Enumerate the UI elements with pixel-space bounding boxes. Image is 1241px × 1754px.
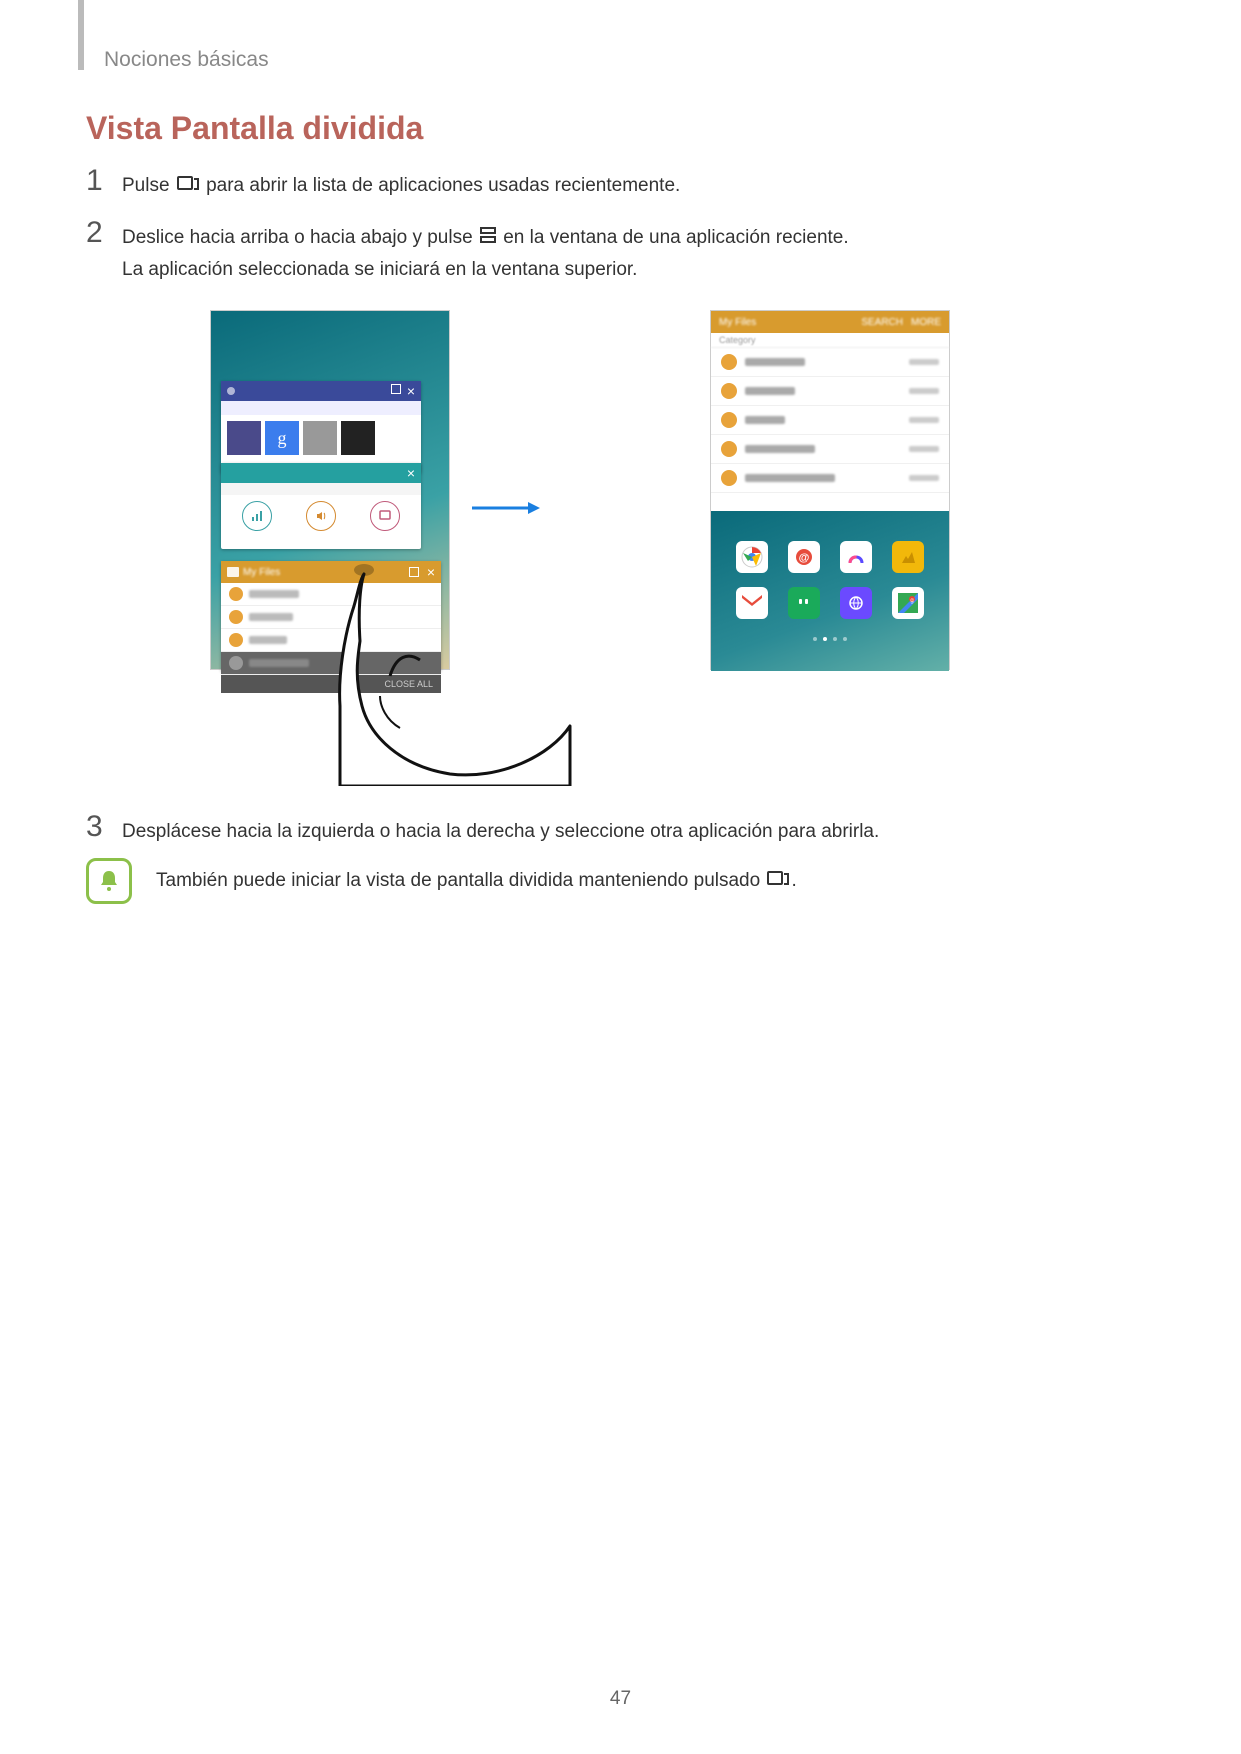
galaxy-apps-icon: [840, 541, 872, 573]
thumbnail: [303, 421, 337, 455]
split-bottom-pane: @ g: [711, 511, 949, 671]
hangouts-icon: [788, 587, 820, 619]
images-icon: [229, 587, 243, 601]
svg-text:g: g: [910, 598, 913, 604]
section-header: Nociones básicas: [104, 48, 269, 72]
file-row: [711, 435, 949, 464]
page-title: Vista Pantalla dividida: [86, 110, 423, 147]
audio-icon: [721, 412, 737, 428]
file-row: [711, 377, 949, 406]
step-2-post: en la ventana de una aplicación reciente…: [503, 227, 848, 248]
chrome-icon: [736, 541, 768, 573]
page-indicator: [813, 637, 847, 641]
documents-icon: [229, 656, 243, 670]
close-icon: ×: [407, 384, 415, 398]
search-action: SEARCH: [861, 317, 903, 328]
step-1-post: para abrir la lista de aplicaciones usad…: [206, 175, 680, 196]
file-row: [711, 348, 949, 377]
header-tab-mark: [78, 0, 84, 70]
close-icon: ×: [407, 466, 415, 480]
split-screen-icon: [480, 222, 496, 254]
maps-icon: g: [892, 587, 924, 619]
app-title: My Files: [719, 317, 756, 328]
split-top-pane: My Files SEARCH MORE Category: [711, 311, 949, 511]
note-callout: También puede iniciar la vista de pantal…: [86, 858, 1086, 904]
sound-icon: [306, 501, 336, 531]
recent-card-myfiles: My Files × CLOSE ALL: [221, 561, 441, 671]
globe-icon: [227, 387, 235, 395]
email-icon: @: [788, 541, 820, 573]
step-1: 1 Pulse para abrir la lista de aplicacio…: [86, 166, 1086, 202]
recents-icon: [767, 870, 789, 892]
internet-icon: [840, 587, 872, 619]
step-3-number: 3: [86, 812, 108, 842]
step-2: 2 Deslice hacia arriba o hacia abajo y p…: [86, 218, 1086, 287]
gallery-icon: [892, 541, 924, 573]
file-row: [711, 406, 949, 435]
display-icon: [370, 501, 400, 531]
instruction-figure: × g ×: [200, 310, 960, 790]
split-screen-icon: [391, 384, 401, 394]
step-2-pre: Deslice hacia arriba o hacia abajo y pul…: [122, 227, 478, 248]
documents-icon: [721, 441, 737, 457]
note-post: .: [791, 870, 796, 891]
bell-icon: [86, 858, 132, 904]
step-2-line2: La aplicación seleccionada se iniciará e…: [122, 259, 637, 280]
audio-icon: [229, 633, 243, 647]
google-thumbnail: g: [265, 421, 299, 455]
download-icon: [721, 470, 737, 486]
data-usage-icon: [242, 501, 272, 531]
page-number: 47: [610, 1688, 631, 1710]
arrow-icon: [470, 498, 540, 523]
thumbnail: [227, 421, 261, 455]
recent-card-title: My Files: [243, 567, 280, 578]
gmail-icon: [736, 587, 768, 619]
phone-mock-splitview: My Files SEARCH MORE Category @: [710, 310, 950, 670]
close-icon: ×: [427, 565, 435, 579]
step-1-pre: Pulse: [122, 175, 175, 196]
step-3-text: Desplácese hacia la izquierda o hacia la…: [122, 812, 879, 848]
category-label: Category: [711, 333, 949, 348]
recent-card-internet: × g: [221, 381, 421, 473]
note-pre: También puede iniciar la vista de pantal…: [156, 870, 765, 891]
file-row: [711, 464, 949, 493]
more-action: MORE: [911, 317, 941, 328]
thumbnail: [341, 421, 375, 455]
step-2-text: Deslice hacia arriba o hacia abajo y pul…: [122, 218, 849, 287]
recent-card-settings: ×: [221, 463, 421, 549]
images-icon: [721, 354, 737, 370]
close-all-button: CLOSE ALL: [221, 675, 441, 693]
step-3: 3 Desplácese hacia la izquierda o hacia …: [86, 812, 1086, 848]
videos-icon: [229, 610, 243, 624]
folder-icon: [227, 567, 239, 577]
phone-mock-recents: × g ×: [210, 310, 450, 670]
recents-icon: [177, 170, 199, 202]
svg-text:@: @: [799, 552, 810, 564]
split-screen-icon: [409, 567, 419, 577]
step-1-number: 1: [86, 166, 108, 196]
note-text: También puede iniciar la vista de pantal…: [156, 870, 797, 892]
videos-icon: [721, 383, 737, 399]
step-2-number: 2: [86, 218, 108, 248]
step-1-text: Pulse para abrir la lista de aplicacione…: [122, 166, 680, 202]
